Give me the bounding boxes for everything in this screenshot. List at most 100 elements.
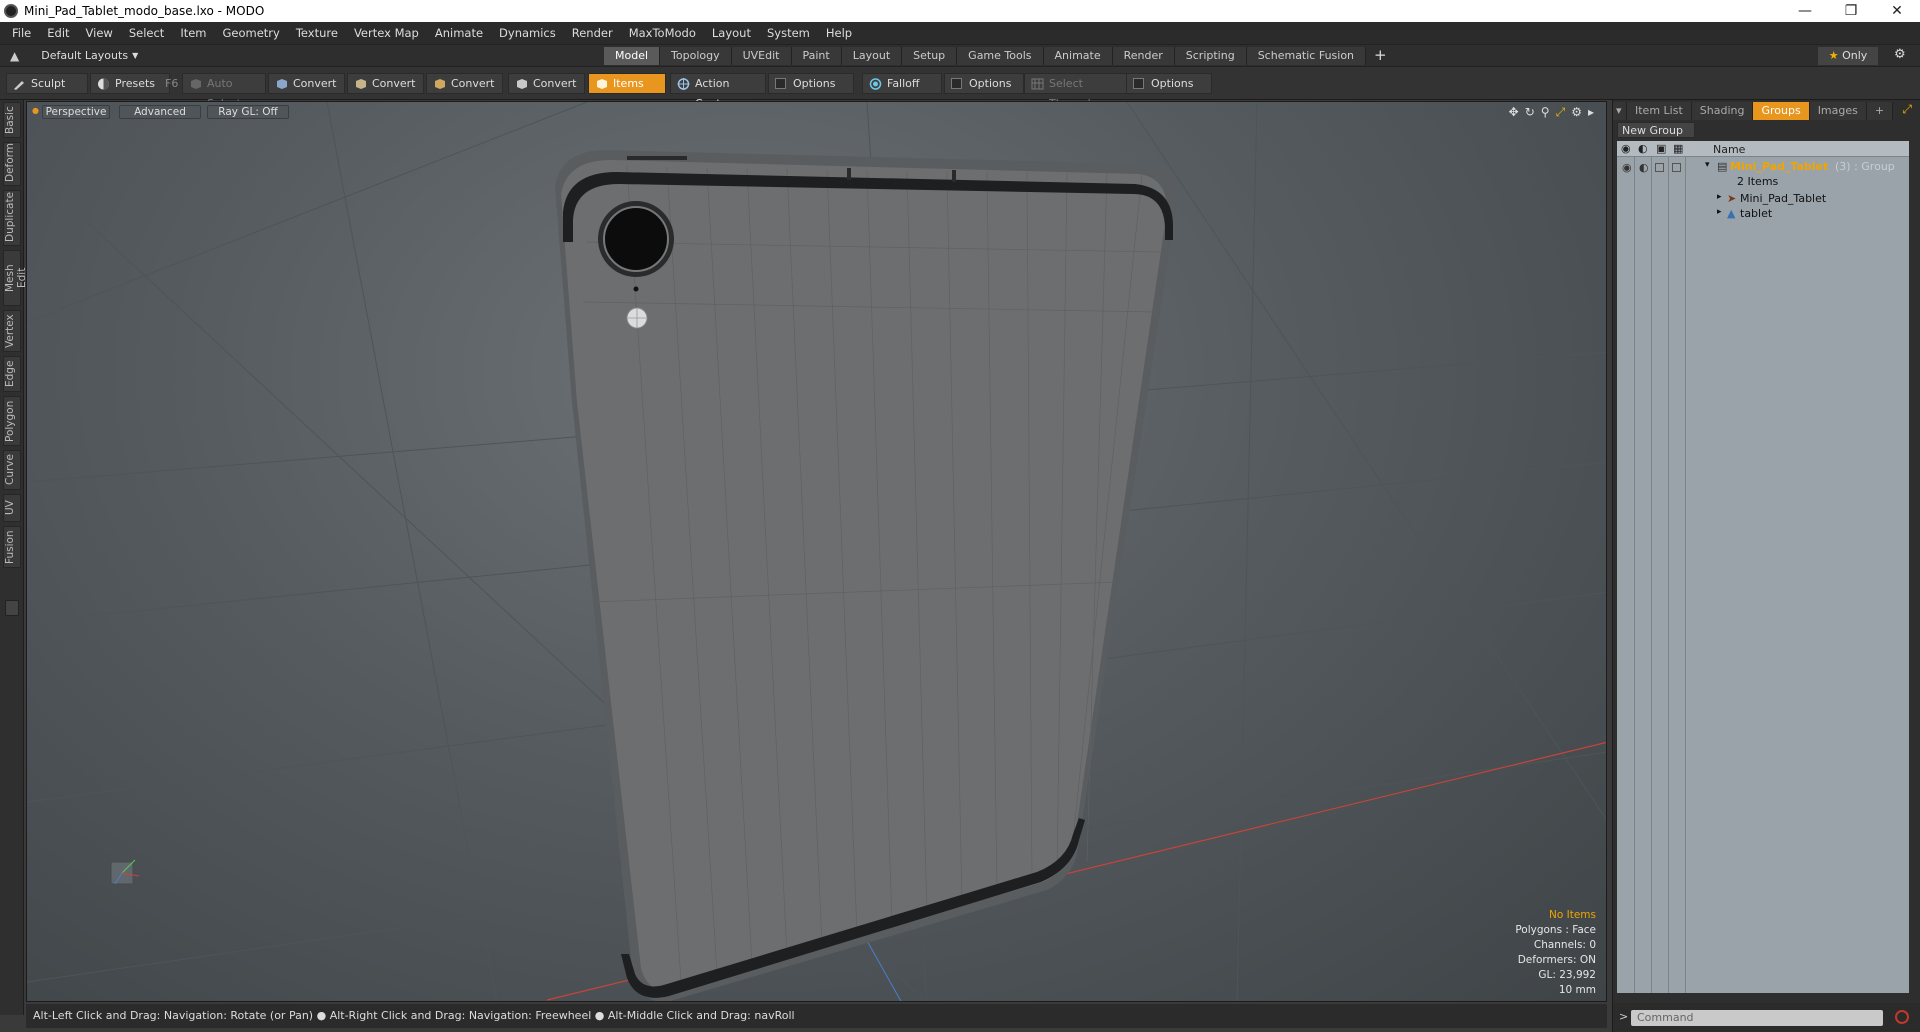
menu-render[interactable]: Render bbox=[564, 26, 621, 40]
tab-edge[interactable]: Edge bbox=[3, 356, 21, 392]
tab-groups[interactable]: Groups bbox=[1753, 102, 1810, 120]
menu-item[interactable]: Item bbox=[172, 26, 214, 40]
shading-mode-button[interactable]: Advanced bbox=[119, 105, 201, 119]
add-panel-tab-button[interactable]: + bbox=[1866, 102, 1894, 120]
convert-polygons-button[interactable]: Convert bbox=[426, 73, 503, 94]
options-checkbox[interactable] bbox=[1133, 78, 1144, 89]
name-column-header[interactable]: Name bbox=[1713, 143, 1745, 156]
menu-dynamics[interactable]: Dynamics bbox=[491, 26, 564, 40]
expand-panel-icon[interactable]: ⤢ bbox=[1902, 102, 1912, 120]
tab-mesh-edit[interactable]: Mesh Edit bbox=[3, 250, 28, 306]
close-button[interactable]: ✕ bbox=[1874, 3, 1920, 19]
menu-geometry[interactable]: Geometry bbox=[215, 26, 288, 40]
star-icon: ★ bbox=[1828, 49, 1839, 62]
tab-paint[interactable]: Paint bbox=[791, 47, 842, 65]
visibility-toggle-icon[interactable]: ◉ bbox=[1622, 161, 1632, 174]
tab-images[interactable]: Images bbox=[1809, 102, 1867, 120]
menu-select[interactable]: Select bbox=[121, 26, 172, 40]
auto-select-button[interactable]: Auto Select bbox=[182, 73, 266, 110]
tab-setup[interactable]: Setup bbox=[902, 47, 958, 65]
tab-schematic-fusion[interactable]: Schematic Fusion bbox=[1246, 47, 1367, 65]
tab-layout[interactable]: Layout bbox=[841, 47, 903, 65]
only-button[interactable]: ★ Only bbox=[1818, 47, 1878, 65]
3d-viewport[interactable]: ● Perspective Advanced Ray GL: Off ✥ ↻ ⚲… bbox=[26, 101, 1607, 1002]
add-tab-button[interactable]: + bbox=[1366, 47, 1395, 65]
tab-polygon[interactable]: Polygon bbox=[3, 396, 21, 446]
action-center-options-button[interactable]: Options bbox=[768, 73, 854, 94]
sculpt-button[interactable]: Sculpt bbox=[6, 73, 88, 94]
tab-game-tools[interactable]: Game Tools bbox=[957, 47, 1044, 65]
collapse-arrow-icon[interactable]: ▾ bbox=[1705, 160, 1710, 170]
action-center-button[interactable]: Action Center bbox=[670, 73, 766, 110]
fit-icon[interactable]: ⤢ bbox=[1556, 105, 1566, 120]
eye-icon[interactable]: ◉ bbox=[1621, 142, 1631, 155]
list-item[interactable]: ▸ ➤ Mini_Pad_Tablet bbox=[1617, 191, 1909, 207]
options-checkbox[interactable] bbox=[951, 78, 962, 89]
view-mode-button[interactable]: Perspective bbox=[42, 105, 110, 119]
select-icon[interactable]: ▦ bbox=[1673, 142, 1683, 155]
tab-scripting[interactable]: Scripting bbox=[1174, 47, 1247, 65]
render-icon[interactable]: ◐ bbox=[1638, 142, 1648, 155]
render-toggle-icon[interactable]: ◐ bbox=[1639, 161, 1649, 174]
command-input[interactable]: Command bbox=[1631, 1010, 1883, 1026]
falloff-options-button[interactable]: Options bbox=[944, 73, 1024, 94]
maximize-button[interactable]: ❐ bbox=[1828, 3, 1874, 19]
convert-edges-button[interactable]: Convert bbox=[347, 73, 424, 94]
menu-view[interactable]: View bbox=[78, 26, 121, 40]
new-group-button[interactable]: New Group bbox=[1617, 122, 1695, 138]
presets-button[interactable]: Presets F6 bbox=[90, 73, 178, 94]
record-icon[interactable] bbox=[1895, 1010, 1909, 1024]
menu-animate[interactable]: Animate bbox=[427, 26, 491, 40]
options-checkbox[interactable] bbox=[775, 78, 786, 89]
menu-system[interactable]: System bbox=[759, 26, 818, 40]
tab-vertex[interactable]: Vertex bbox=[3, 310, 21, 352]
tab-deform[interactable]: Deform bbox=[3, 142, 21, 186]
tab-topology[interactable]: Topology bbox=[660, 47, 732, 65]
tab-duplicate[interactable]: Duplicate bbox=[3, 190, 21, 246]
menu-maxtomodo[interactable]: MaxToModo bbox=[621, 26, 704, 40]
menu-edit[interactable]: Edit bbox=[39, 26, 77, 40]
expand-arrow-icon[interactable]: ▸ bbox=[1717, 192, 1722, 202]
expand-arrow-icon[interactable]: ▸ bbox=[1717, 207, 1722, 217]
raygl-button[interactable]: Ray GL: Off bbox=[207, 105, 289, 119]
viewport-menu-icon[interactable]: ● bbox=[32, 106, 39, 115]
tab-item-list[interactable]: Item List bbox=[1627, 102, 1692, 120]
layout-up-icon[interactable]: ▲ bbox=[10, 49, 19, 63]
tab-uv[interactable]: UV bbox=[3, 494, 21, 522]
group-row[interactable]: ◉ ◐ ▾ ▤ Mini_Pad_Tablet (3) : Group bbox=[1617, 159, 1909, 175]
tab-fusion[interactable]: Fusion bbox=[3, 526, 21, 568]
layout-dropdown[interactable]: Default Layouts ▼ bbox=[27, 49, 138, 62]
gear-icon[interactable]: ⚙ bbox=[1894, 47, 1906, 62]
convert-items-button[interactable]: Convert bbox=[508, 73, 585, 94]
panel-toggle-button[interactable] bbox=[5, 600, 19, 616]
tab-render[interactable]: Render bbox=[1112, 47, 1175, 65]
expand-arrow-icon[interactable]: ▸ bbox=[1588, 105, 1594, 120]
lock-icon[interactable]: ▣ bbox=[1656, 142, 1666, 155]
select-through-button[interactable]: Select Through bbox=[1024, 73, 1128, 110]
rotate-icon[interactable]: ↻ bbox=[1525, 105, 1535, 120]
tab-animate[interactable]: Animate bbox=[1043, 47, 1113, 65]
menu-help[interactable]: Help bbox=[818, 26, 860, 40]
select-options-button[interactable]: Options bbox=[1126, 73, 1212, 94]
panel-menu-icon[interactable]: ▾ bbox=[1613, 102, 1627, 120]
tab-basic[interactable]: Basic bbox=[3, 102, 21, 138]
select-toggle[interactable] bbox=[1672, 163, 1681, 172]
menu-vertex-map[interactable]: Vertex Map bbox=[346, 26, 427, 40]
minimize-button[interactable]: — bbox=[1782, 3, 1828, 19]
falloff-button[interactable]: Falloff bbox=[862, 73, 942, 94]
menu-texture[interactable]: Texture bbox=[288, 26, 346, 40]
menu-file[interactable]: File bbox=[4, 26, 39, 40]
menu-layout[interactable]: Layout bbox=[704, 26, 759, 40]
items-mode-button[interactable]: Items bbox=[588, 73, 666, 94]
tablet-back-panel bbox=[561, 160, 1167, 992]
convert-vertices-button[interactable]: Convert bbox=[268, 73, 345, 94]
tab-shading[interactable]: Shading bbox=[1691, 102, 1754, 120]
zoom-icon[interactable]: ⚲ bbox=[1541, 105, 1550, 120]
viewport-settings-icon[interactable]: ⚙ bbox=[1571, 105, 1582, 120]
tab-model[interactable]: Model bbox=[604, 47, 661, 65]
list-item[interactable]: ▸ ▲ tablet bbox=[1617, 206, 1909, 222]
lock-toggle[interactable] bbox=[1655, 163, 1664, 172]
tab-curve[interactable]: Curve bbox=[3, 450, 21, 490]
pan-icon[interactable]: ✥ bbox=[1509, 105, 1519, 120]
tab-uvedit[interactable]: UVEdit bbox=[731, 47, 792, 65]
